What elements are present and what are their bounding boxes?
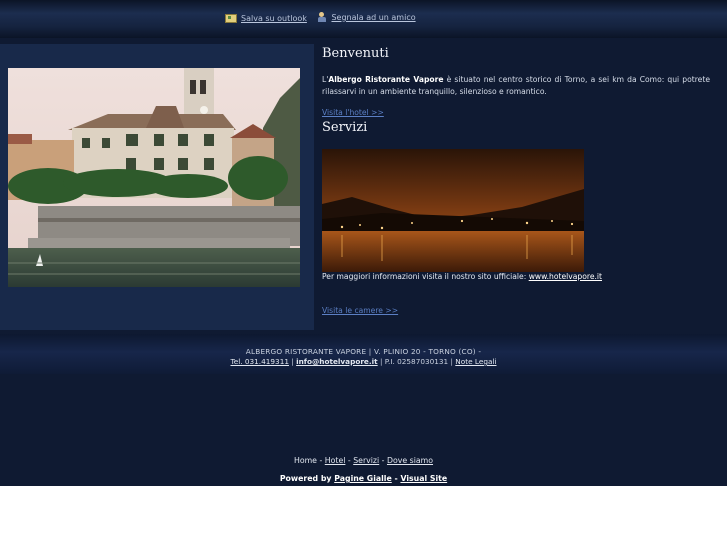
save-outlook-label: Salva su outlook xyxy=(241,14,307,23)
pagine-gialle-link[interactable]: Pagine Gialle xyxy=(334,474,392,483)
top-links: Salva su outlook Segnala ad un amico xyxy=(225,12,424,25)
phone-link[interactable]: Tel. 031.419311 xyxy=(231,357,289,366)
visit-rooms-link[interactable]: Visita le camere >> xyxy=(322,306,398,315)
nav-where[interactable]: Dove siamo xyxy=(387,456,433,465)
recommend-link[interactable]: Segnala ad un amico xyxy=(317,12,416,23)
nav-separator: - xyxy=(316,456,325,465)
lake-night-photo xyxy=(322,149,584,272)
more-info-label: Per maggiori informazioni visita il nost… xyxy=(322,272,529,281)
nav-separator: - xyxy=(379,456,387,465)
hotel-photo xyxy=(8,68,300,287)
recommend-label: Segnala ad un amico xyxy=(331,13,416,22)
powered-prefix: Powered by xyxy=(279,474,335,483)
welcome-text: L'Albergo Ristorante Vapore è situato ne… xyxy=(322,74,710,97)
powered-by: Powered by Pagine Gialle - Visual Site xyxy=(0,474,727,483)
visit-hotel-link[interactable]: Visita l'hotel >> xyxy=(322,108,384,117)
official-site-link[interactable]: www.hotelvapore.it xyxy=(529,272,602,281)
footer-address: ALBERGO RISTORANTE VAPORE | V. PLINIO 20… xyxy=(245,347,482,356)
legal-notes-link[interactable]: Note Legali xyxy=(455,357,496,366)
nav-services[interactable]: Servizi xyxy=(353,456,379,465)
hotel-name: Albergo Ristorante Vapore xyxy=(328,75,444,84)
outlook-icon xyxy=(225,14,237,23)
recommend-icon xyxy=(317,12,327,23)
nav-hotel[interactable]: Hotel xyxy=(325,456,346,465)
save-outlook-link[interactable]: Salva su outlook xyxy=(225,14,307,23)
page: Salva su outlook Segnala ad un amico Ben… xyxy=(0,0,727,486)
welcome-heading: Benvenuti xyxy=(322,46,389,61)
services-heading: Servizi xyxy=(322,120,368,135)
visual-site-link[interactable]: Visual Site xyxy=(400,474,447,483)
vat-number: | P.I. 02587030131 | xyxy=(377,357,456,366)
more-info-text: Per maggiori informazioni visita il nost… xyxy=(322,272,602,281)
footer-contacts: Tel. 031.419311 | info@hotelvapore.it | … xyxy=(0,357,727,366)
bottom-nav: Home - Hotel - Servizi - Dove siamo xyxy=(0,456,727,465)
email-link[interactable]: info@hotelvapore.it xyxy=(296,357,378,366)
nav-home[interactable]: Home xyxy=(294,456,317,465)
